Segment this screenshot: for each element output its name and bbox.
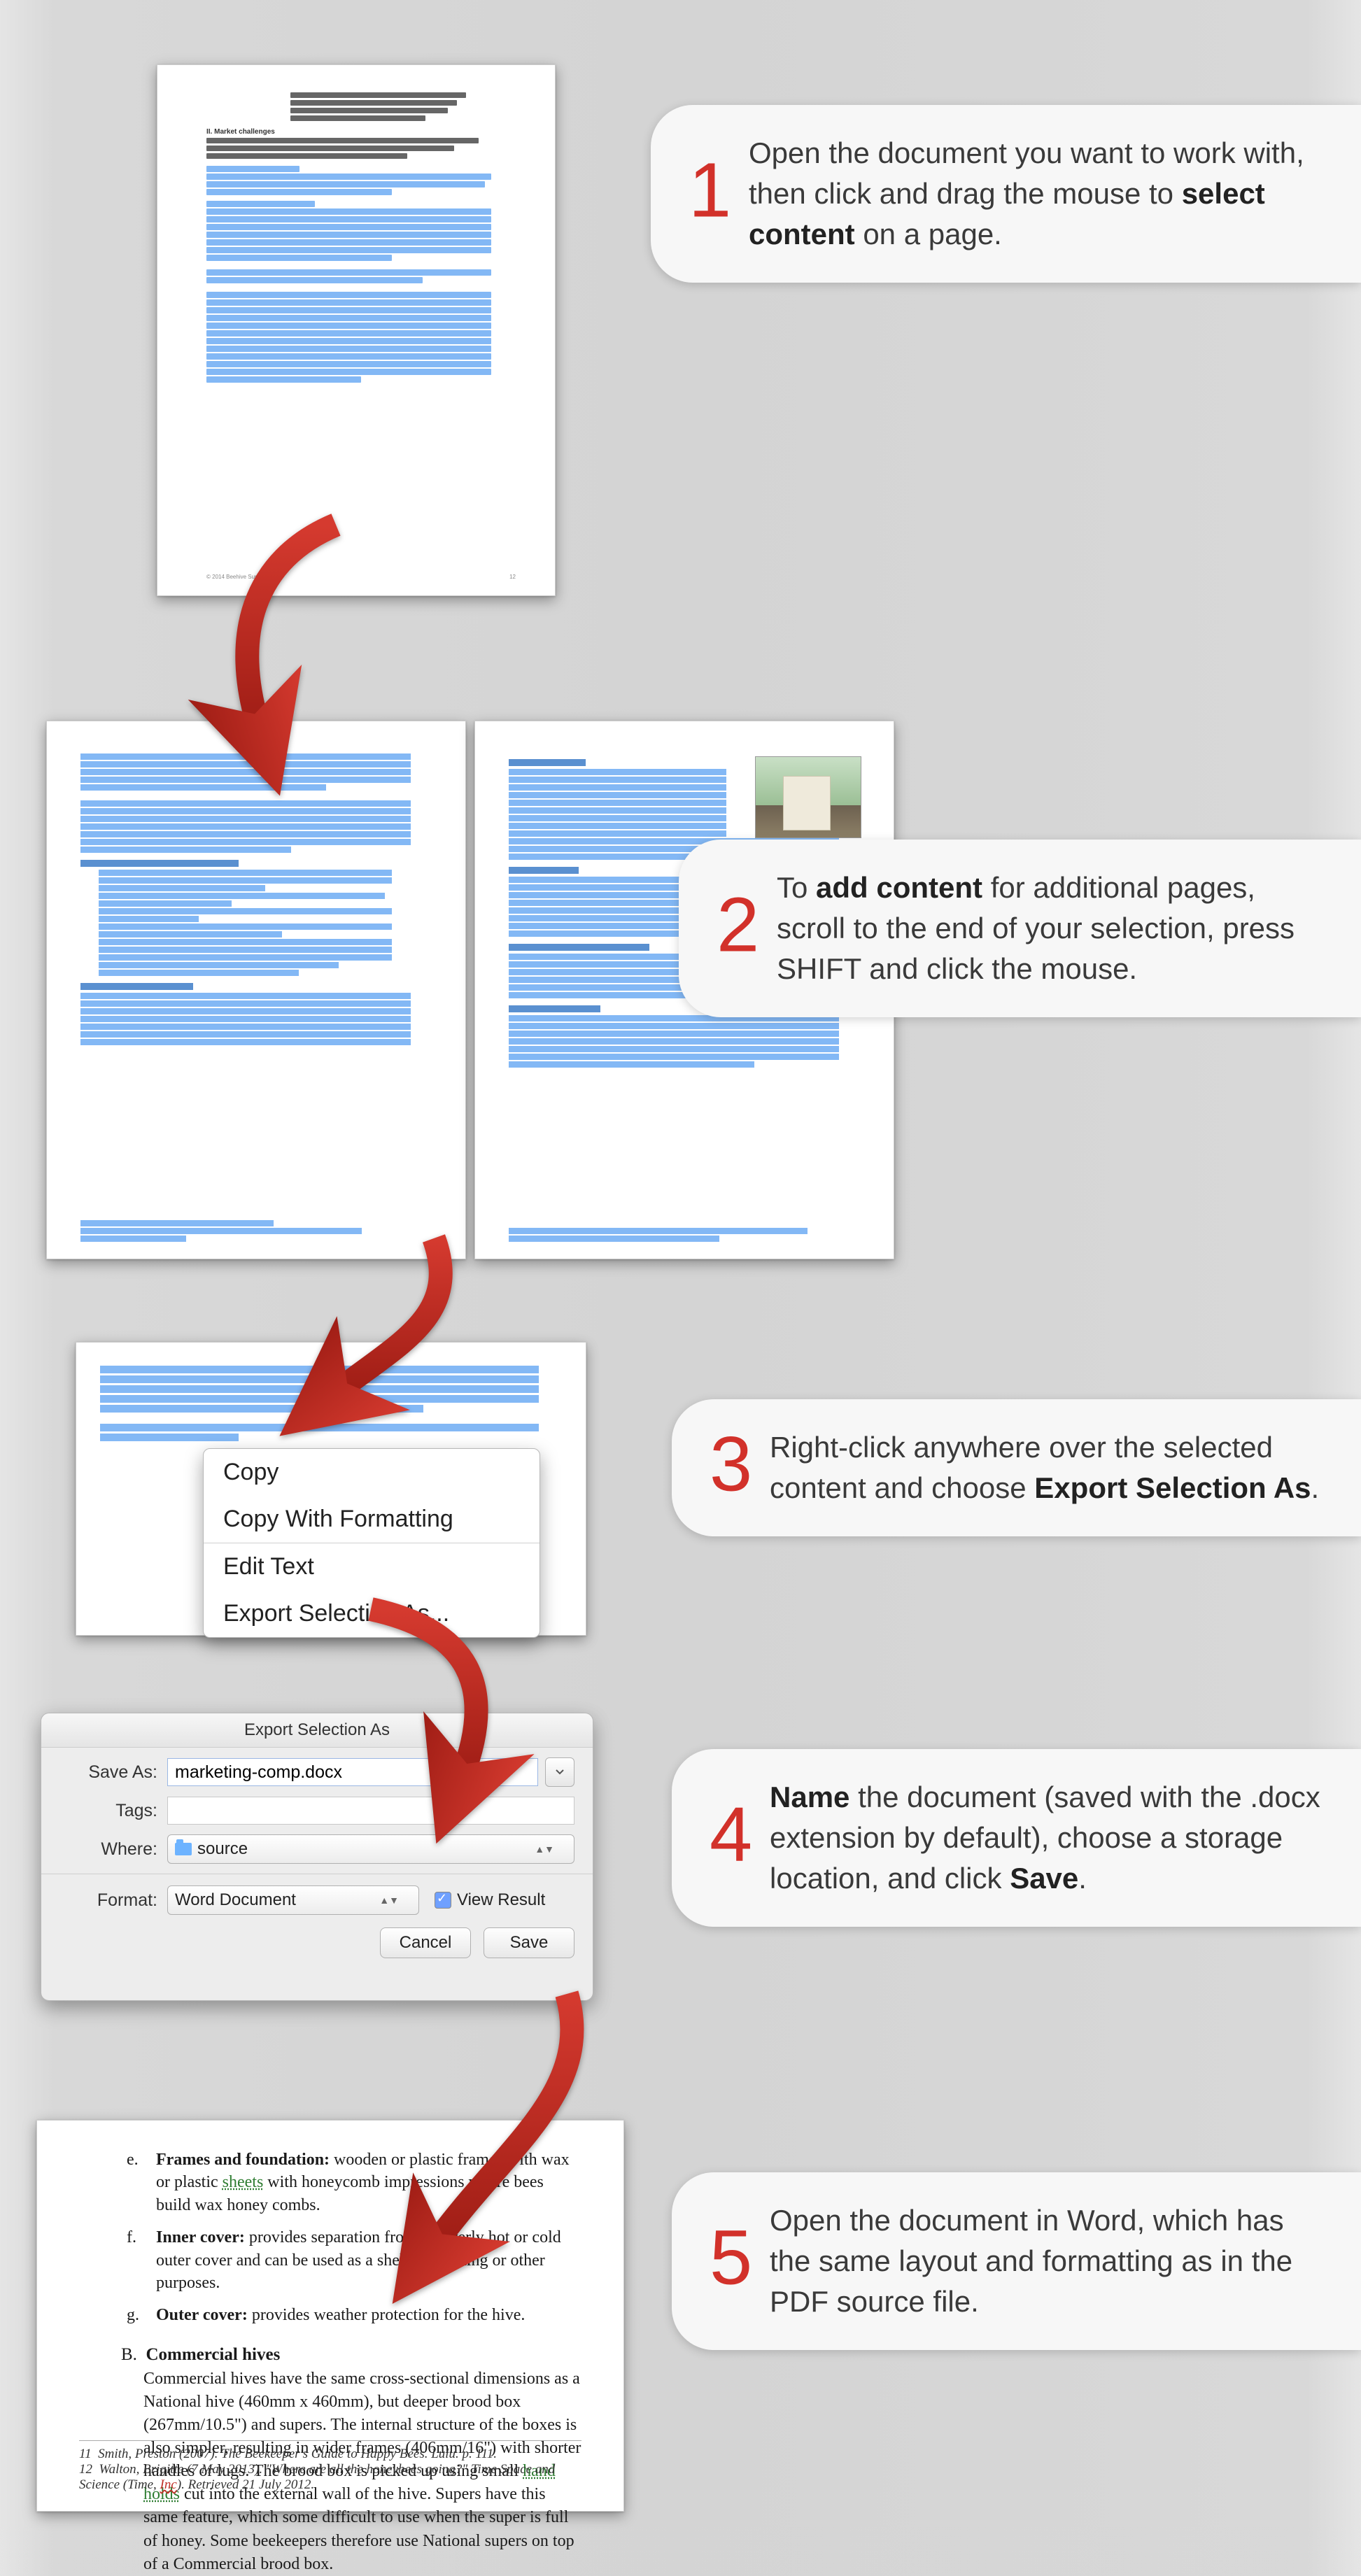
- list-letter: B.: [121, 2345, 137, 2364]
- doc-heading: II. Market challenges: [206, 128, 516, 136]
- save-as-label: Save As:: [59, 1762, 157, 1783]
- view-result-checkbox[interactable]: View Result: [435, 1890, 545, 1910]
- step1-callout: 1 Open the document you want to work wit…: [651, 105, 1361, 283]
- list-letter: f.: [127, 2226, 136, 2249]
- doc-subhead: [80, 860, 239, 867]
- item-heading: Outer cover:: [156, 2306, 248, 2324]
- beehive-photo-hive: [783, 776, 831, 830]
- chevron-down-icon: [555, 1767, 565, 1777]
- step3-number: 3: [710, 1427, 752, 1503]
- step1-number: 1: [689, 153, 731, 229]
- format-value: Word Document: [175, 1890, 296, 1910]
- item-heading: Inner cover:: [156, 2228, 245, 2246]
- arrow-step3-to-4: [350, 1602, 532, 1809]
- step2-number: 2: [717, 887, 759, 964]
- checkbox-icon: [435, 1892, 451, 1909]
- grammar-underline: sheets: [223, 2173, 264, 2191]
- step3-text: Right-click anywhere over the selected c…: [770, 1427, 1327, 1508]
- step2-callout: 2 To add content for additional pages, s…: [679, 840, 1361, 1017]
- arrow-step4-to-5: [392, 1987, 616, 2277]
- step5-callout: 5 Open the document in Word, which has t…: [672, 2172, 1361, 2350]
- footnotes: 11 Smith, Preston (2007). The Beekeeper'…: [79, 2440, 581, 2493]
- doc-subhead: [509, 1005, 600, 1012]
- folder-icon: [175, 1843, 192, 1855]
- cancel-button[interactable]: Cancel: [380, 1927, 471, 1958]
- menu-item-copy-with-formatting[interactable]: Copy With Formatting: [204, 1496, 540, 1543]
- where-label: Where:: [59, 1839, 157, 1860]
- step4-callout: 4 Name the document (saved with the .doc…: [672, 1749, 1361, 1927]
- step1-document-page: II. Market challenges © 2014 Beehive Sup…: [157, 64, 556, 596]
- step4-text: Name the document (saved with the .docx …: [770, 1777, 1327, 1899]
- step4-number: 4: [710, 1797, 752, 1874]
- step2-text: To add content for additional pages, scr…: [777, 868, 1327, 989]
- arrow-step2-to-3: [294, 1231, 476, 1431]
- step3-callout: 3 Right-click anywhere over the selected…: [672, 1399, 1361, 1536]
- step2-left-page: [46, 721, 466, 1259]
- where-value: source: [197, 1839, 248, 1859]
- menu-item-copy[interactable]: Copy: [204, 1449, 540, 1496]
- list-letter: e.: [127, 2149, 139, 2171]
- step5-number: 5: [710, 2220, 752, 2297]
- updown-icon: ▲▼: [379, 1895, 399, 1906]
- doc-subhead: [80, 983, 193, 990]
- doc-subhead: [509, 867, 579, 874]
- format-label: Format:: [59, 1890, 157, 1911]
- menu-item-edit-text[interactable]: Edit Text: [204, 1543, 540, 1590]
- doc-footer-page: 12: [509, 574, 516, 580]
- doc-subhead: [509, 759, 586, 766]
- expand-dialog-button[interactable]: [545, 1757, 574, 1787]
- format-dropdown[interactable]: Word Document ▲▼: [167, 1885, 419, 1915]
- where-dropdown[interactable]: source ▲▼: [167, 1834, 574, 1864]
- doc-footer: [509, 1226, 860, 1243]
- save-button[interactable]: Save: [484, 1927, 574, 1958]
- section-heading: Commercial hives: [146, 2345, 280, 2364]
- item-heading: Frames and foundation:: [156, 2151, 330, 2169]
- arrow-step1-to-2: [210, 518, 392, 773]
- updown-icon: ▲▼: [535, 1843, 554, 1855]
- step5-text: Open the document in Word, which has the…: [770, 2200, 1327, 2322]
- list-letter: g.: [127, 2304, 139, 2326]
- view-result-label: View Result: [457, 1890, 545, 1910]
- doc-subhead: [509, 944, 649, 951]
- step1-text: Open the document you want to work with,…: [749, 133, 1327, 255]
- tags-label: Tags:: [59, 1801, 157, 1821]
